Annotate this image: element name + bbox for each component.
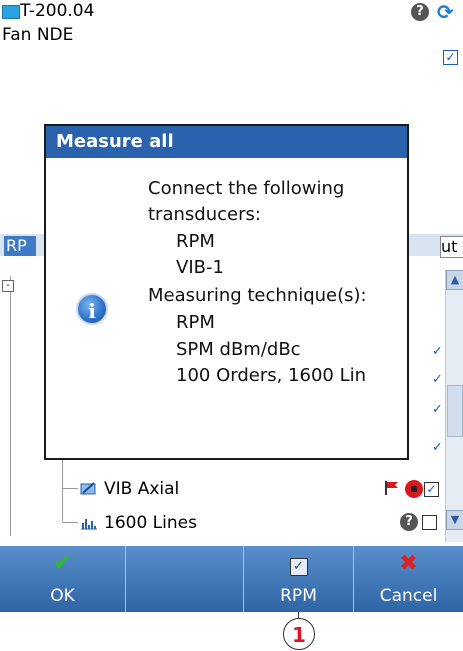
tree-row-vib-axial[interactable]: VIB Axial	[104, 479, 179, 499]
rpm-button-label: RPM	[280, 586, 317, 606]
dialog-line: SPM dBm/dBc	[176, 339, 301, 360]
callout-marker: 1	[283, 618, 315, 650]
refresh-icon[interactable]: ⟳	[437, 0, 454, 24]
dialog-line: VIB-1	[176, 257, 224, 278]
help-icon[interactable]: ?	[411, 3, 429, 21]
row-check-mark: ✓	[432, 440, 443, 455]
row-check-mark: ✓	[432, 344, 443, 359]
blank-button[interactable]	[126, 546, 244, 612]
ok-button[interactable]: ✔ OK	[0, 546, 126, 612]
tree-expand-toggle[interactable]: -	[2, 280, 14, 292]
machine-title: T-200.04	[20, 1, 95, 21]
dialog-line: RPM	[176, 312, 215, 333]
info-icon: i	[76, 293, 108, 325]
dialog-line: Measuring technique(s):	[148, 285, 367, 306]
tree-row-1600-lines[interactable]: 1600 Lines	[104, 513, 197, 533]
dialog-title: Measure all	[46, 126, 407, 158]
scroll-down-icon[interactable]: ▼	[446, 510, 463, 530]
vib-axial-checkbox[interactable]: ✓	[424, 482, 439, 497]
row-check-mark: ✓	[432, 372, 443, 387]
ok-button-label: OK	[50, 586, 75, 606]
spectrum-icon	[80, 514, 98, 530]
rpm-button[interactable]: ✓ RPM	[244, 546, 354, 612]
point-subtitle: Fan NDE	[2, 25, 74, 45]
flag-icon	[384, 480, 400, 496]
rpm-checkbox-icon: ✓	[244, 552, 353, 576]
tab-rp[interactable]: RP	[4, 236, 36, 256]
help-icon: ?	[400, 513, 418, 531]
cancel-button[interactable]: ✖ Cancel	[354, 546, 463, 612]
close-icon: ✖	[399, 551, 418, 576]
scroll-up-icon[interactable]: ▲	[446, 270, 463, 290]
dialog-line: RPM	[176, 231, 215, 252]
vib-measure-icon	[80, 480, 98, 496]
dialog-line: transducers:	[148, 204, 261, 225]
folder-icon	[2, 5, 20, 19]
checkbox-icon[interactable]: ✓	[443, 50, 458, 65]
dialog-line: Connect the following	[148, 178, 345, 199]
tab-out[interactable]: ut	[440, 236, 463, 258]
dialog-line: 100 Orders, 1600 Lin	[176, 365, 367, 386]
scroll-thumb[interactable]	[447, 385, 463, 437]
stop-icon	[405, 480, 423, 498]
1600-lines-checkbox[interactable]	[422, 515, 437, 530]
checkmark-icon: ✔	[53, 551, 72, 576]
row-check-mark: ✓	[432, 402, 443, 417]
dialog-body: i Connect the following transducers: RPM…	[46, 159, 407, 458]
device-screen: T-200.04 Fan NDE ? ⟳ ✓ RP ut - VIB Axial…	[0, 0, 463, 612]
cancel-button-label: Cancel	[379, 586, 438, 606]
measure-all-dialog: Measure all i Connect the following tran…	[44, 124, 409, 460]
